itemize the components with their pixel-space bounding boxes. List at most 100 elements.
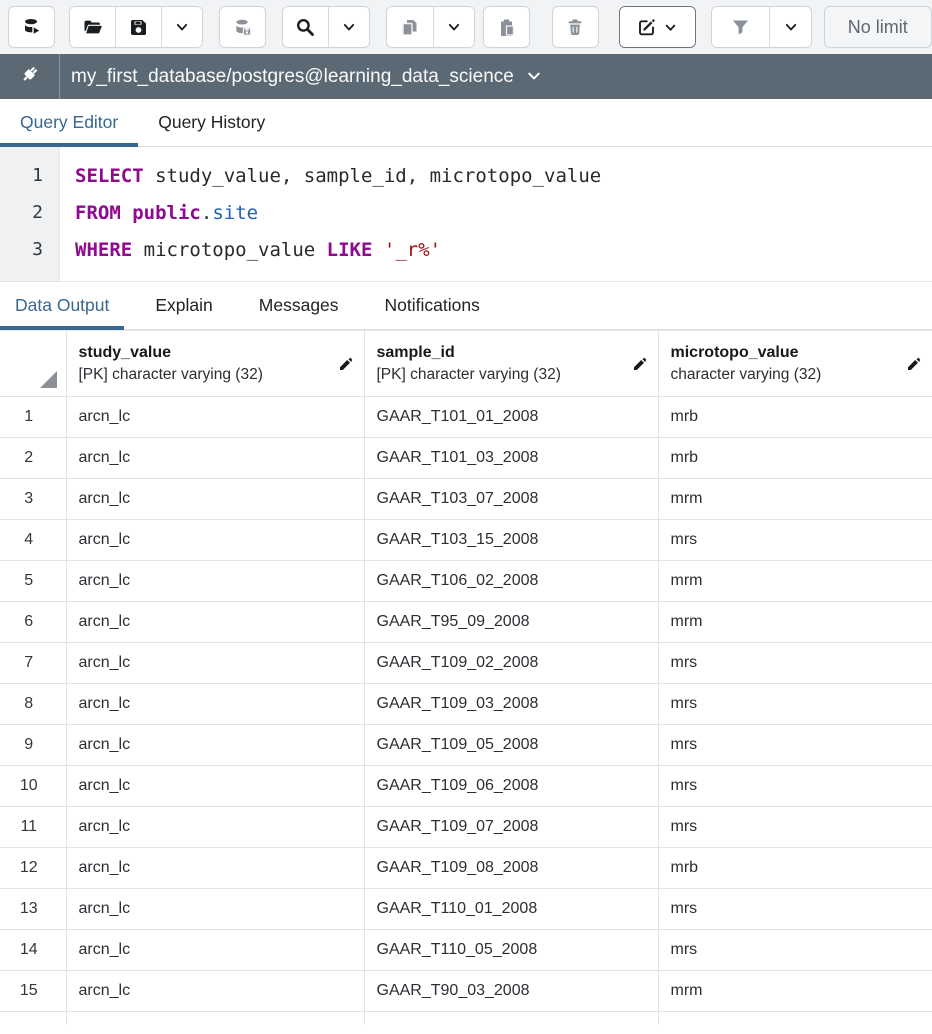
column-header-study-value[interactable]: study_value [PK] character varying (32) [66,331,364,397]
data-cell[interactable]: GAAR_T109_02_2008 [364,643,658,684]
data-cell[interactable]: mrb [658,848,932,889]
data-cell[interactable]: GAAR_T106_02_2008 [364,561,658,602]
paste-group [483,6,530,48]
row-number-cell[interactable]: 12 [0,848,66,889]
data-cell[interactable]: mrs [658,725,932,766]
row-number-cell[interactable]: 3 [0,479,66,520]
data-cell[interactable]: GAAR_T109_03_2008 [364,684,658,725]
delete-rows-button[interactable] [553,7,598,47]
pgadmin-query-tool: No limit my_first_database/postgres@lear… [0,0,932,1034]
find-options-dropdown[interactable] [328,7,369,47]
data-cell[interactable]: GAAR_T109_08_2008 [364,848,658,889]
column-header-sample-id[interactable]: sample_id [PK] character varying (32) [364,331,658,397]
data-cell[interactable]: arcn_lc [66,971,364,1012]
data-cell[interactable]: arcn_lc [66,889,364,930]
row-number-cell[interactable]: 6 [0,602,66,643]
tab-label: Notifications [385,295,480,316]
data-cell[interactable]: GAAR_T109_06_2008 [364,766,658,807]
tab-query-editor[interactable]: Query Editor [0,99,138,146]
data-cell[interactable]: arcn_lc [66,725,364,766]
table-row: 2arcn_lcGAAR_T101_03_2008mrb [0,438,932,479]
data-cell[interactable]: mrs [658,520,932,561]
data-cell[interactable]: mrs [658,889,932,930]
tab-notifications[interactable]: Notifications [370,282,495,329]
data-cell[interactable]: mrm [658,971,932,1012]
data-cell[interactable]: arcn_lc [66,397,364,438]
data-cell[interactable]: mrs [658,807,932,848]
save-file-button[interactable] [115,7,160,47]
data-cell[interactable]: GAAR_T101_01_2008 [364,397,658,438]
edit-column-icon[interactable] [338,356,354,377]
row-number-cell[interactable]: 8 [0,684,66,725]
sql-line-text[interactable]: FROM public.site [60,202,932,224]
tab-explain[interactable]: Explain [140,282,227,329]
row-number-cell[interactable]: 4 [0,520,66,561]
edit-column-icon[interactable] [632,356,648,377]
column-header-microtopo-value[interactable]: microtopo_value character varying (32) [658,331,932,397]
data-cell[interactable]: mrm [658,561,932,602]
sql-line-text[interactable]: SELECT study_value, sample_id, microtopo… [60,165,932,187]
row-number-cell[interactable]: 5 [0,561,66,602]
data-cell[interactable]: arcn_lc [66,848,364,889]
data-cell[interactable]: mrb [658,438,932,479]
copy-options-dropdown[interactable] [433,7,474,47]
open-file-button[interactable] [70,7,115,47]
tab-query-history[interactable]: Query History [138,99,285,146]
row-number-cell[interactable]: 11 [0,807,66,848]
data-cell[interactable]: GAAR_T90_03_2008 [364,971,658,1012]
edit-dropdown-button[interactable] [620,7,695,47]
edit-column-icon[interactable] [906,356,922,377]
data-cell[interactable]: GAAR_T110_01_2008 [364,889,658,930]
find-button[interactable] [283,7,328,47]
row-number-cell[interactable]: 13 [0,889,66,930]
data-cell[interactable]: arcn_lc [66,520,364,561]
connection-selector[interactable]: my_first_database/postgres@learning_data… [60,65,542,89]
select-all-corner[interactable] [0,331,66,397]
data-cell[interactable]: GAAR_T110_05_2008 [364,930,658,971]
data-cell[interactable]: GAAR_T95_09_2008 [364,602,658,643]
data-cell[interactable]: mrs [658,684,932,725]
data-cell[interactable]: GAAR_T103_07_2008 [364,479,658,520]
data-cell[interactable]: arcn_lc [66,684,364,725]
copy-rows-button[interactable] [387,7,432,47]
data-cell[interactable]: arcn_lc [66,561,364,602]
row-number-cell[interactable]: 9 [0,725,66,766]
filter-options-dropdown[interactable] [769,7,810,47]
data-cell[interactable]: arcn_lc [66,479,364,520]
data-cell[interactable]: mrm [658,602,932,643]
tab-data-output[interactable]: Data Output [0,282,124,329]
tab-messages[interactable]: Messages [244,282,354,329]
data-cell[interactable]: arcn_lc [66,438,364,479]
save-options-dropdown[interactable] [161,7,202,47]
editor-tabbar: Query Editor Query History [0,99,932,147]
data-cell[interactable]: mrs [658,766,932,807]
data-cell[interactable]: arcn_lc [66,643,364,684]
data-cell[interactable]: mrb [658,397,932,438]
row-number-cell[interactable]: 1 [0,397,66,438]
row-number-cell[interactable]: 14 [0,930,66,971]
data-cell[interactable]: arcn_lc [66,602,364,643]
data-cell[interactable]: mrm [658,479,932,520]
save-data-changes-button[interactable] [220,7,265,47]
sql-editor[interactable]: 1SELECT study_value, sample_id, microtop… [0,147,932,282]
sql-line-text[interactable]: WHERE microtopo_value LIKE '_r%' [60,239,932,261]
sql-token: '_r%' [384,239,441,261]
row-number-cell[interactable]: 2 [0,438,66,479]
paste-rows-button[interactable] [484,7,529,47]
row-number-cell[interactable]: 15 [0,971,66,1012]
filter-button[interactable] [712,7,769,47]
data-cell[interactable]: mrs [658,930,932,971]
data-cell[interactable]: arcn_lc [66,930,364,971]
data-cell[interactable]: GAAR_T109_07_2008 [364,807,658,848]
data-cell[interactable]: arcn_lc [66,807,364,848]
data-cell[interactable]: mrs [658,643,932,684]
execute-query-button[interactable] [9,7,54,47]
row-limit-select[interactable]: No limit [824,6,932,48]
row-number-cell[interactable]: 7 [0,643,66,684]
data-cell[interactable]: GAAR_T103_15_2008 [364,520,658,561]
row-number-cell[interactable]: 10 [0,766,66,807]
chevron-down-icon [514,65,542,89]
data-cell[interactable]: GAAR_T101_03_2008 [364,438,658,479]
data-cell[interactable]: arcn_lc [66,766,364,807]
data-cell[interactable]: GAAR_T109_05_2008 [364,725,658,766]
